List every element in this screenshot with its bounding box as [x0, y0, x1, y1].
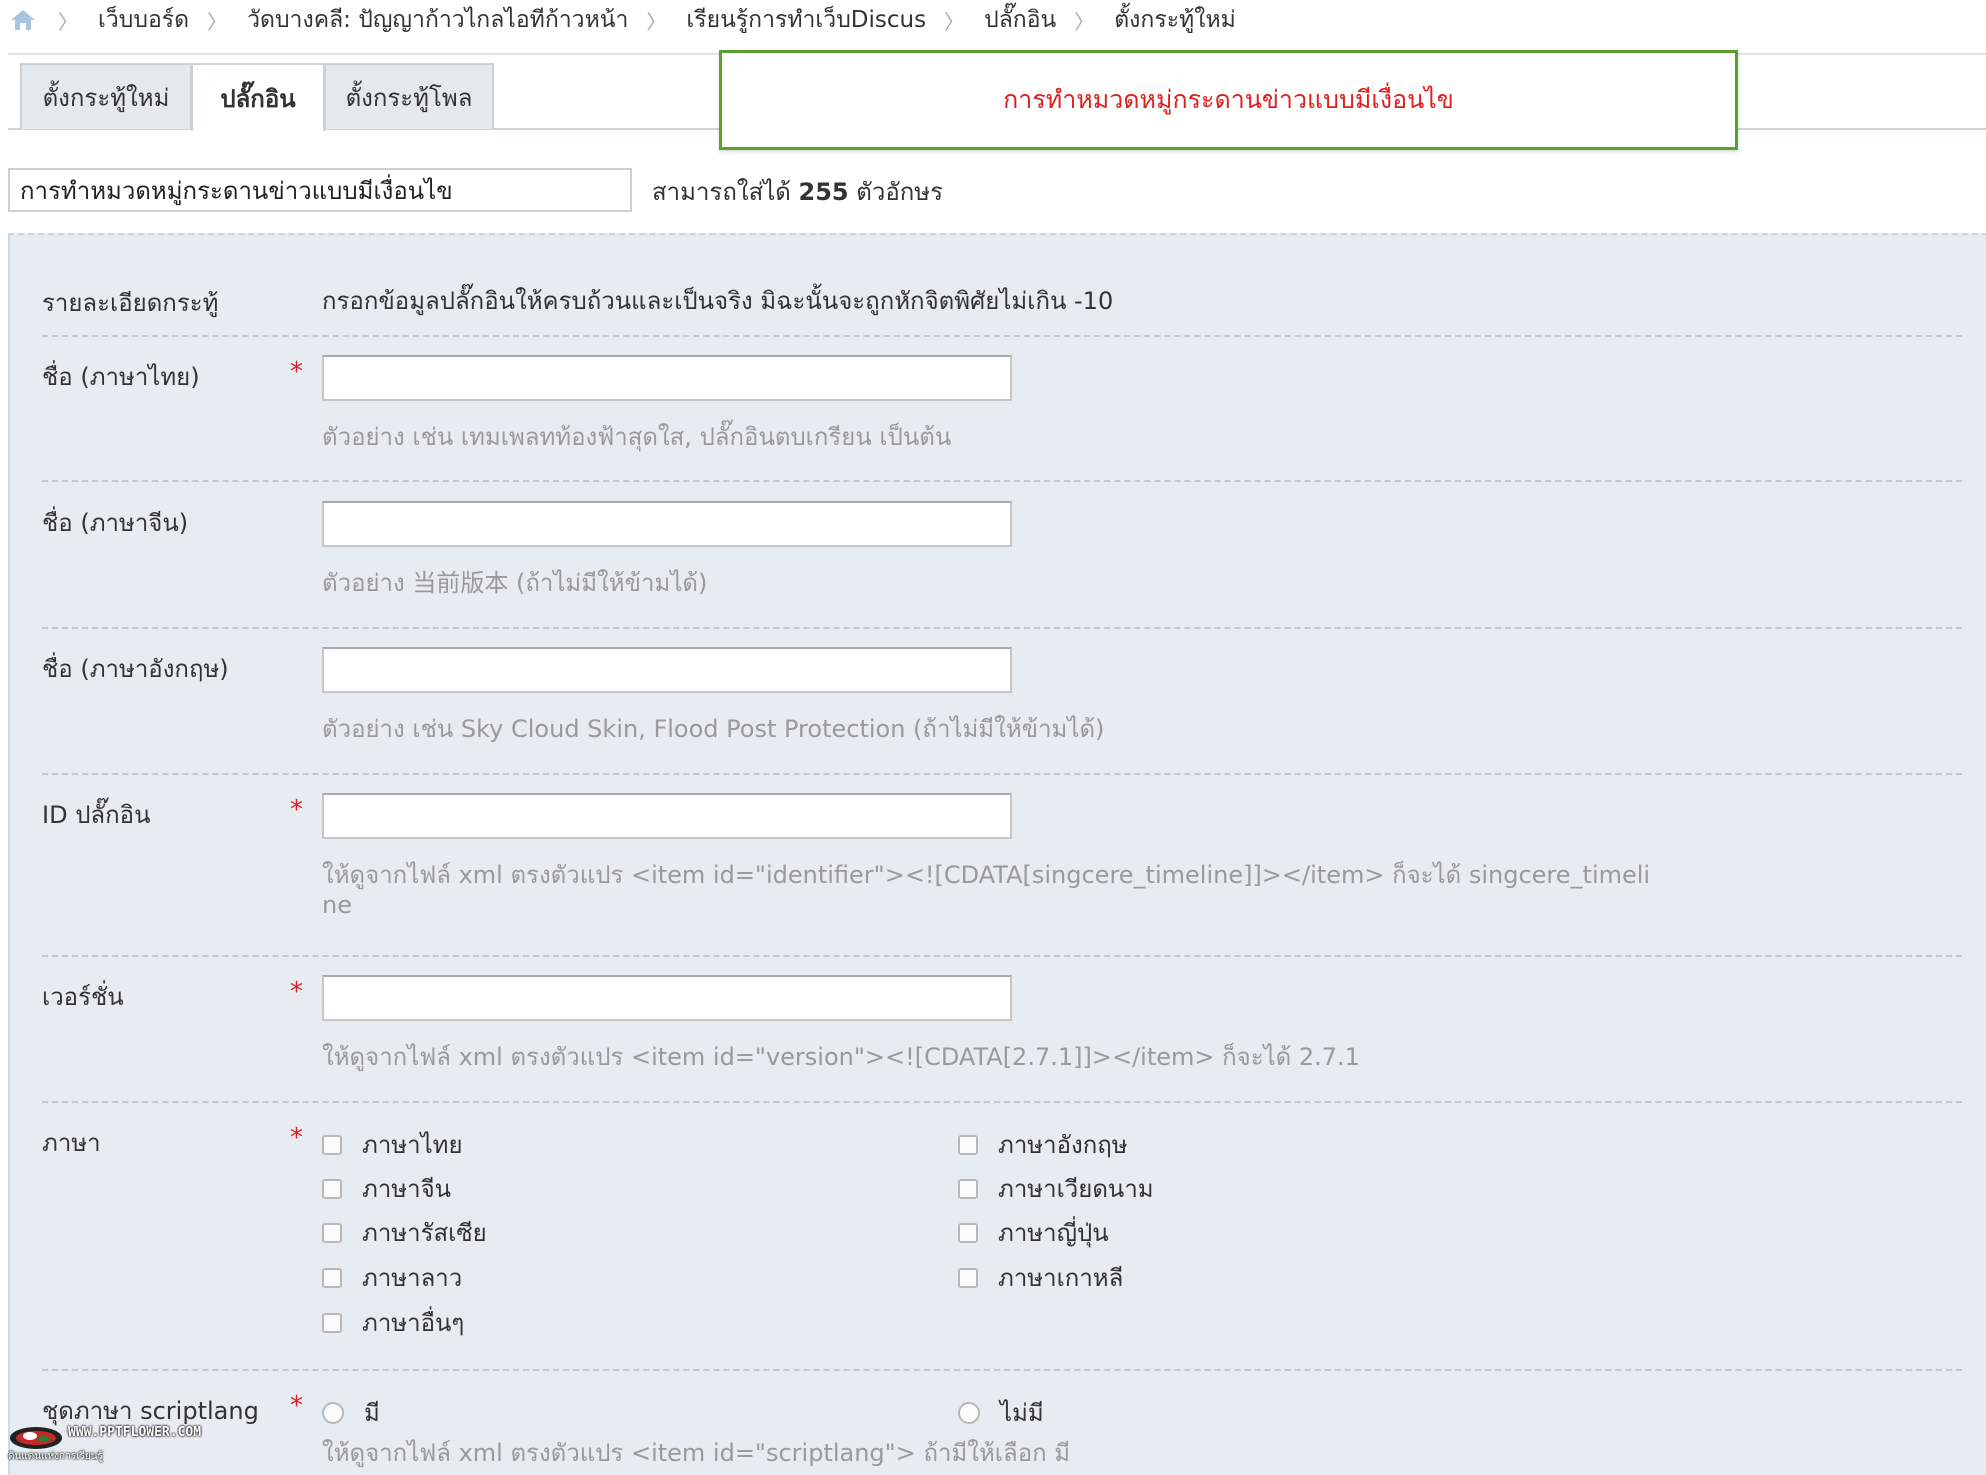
- checkbox-box[interactable]: [322, 1178, 342, 1199]
- plugin-id-tip-wrap: ne: [322, 891, 352, 919]
- hint-suffix: ตัวอักษร: [856, 178, 943, 206]
- checkbox-box[interactable]: [322, 1134, 342, 1155]
- plugin-id-input[interactable]: [322, 793, 1012, 839]
- required-mark: *: [290, 1391, 303, 1421]
- version-tip: ให้ดูจากไฟล์ xml ตรงตัวแปร <item id="ver…: [322, 1043, 1360, 1071]
- breadcrumb: 〉 เว็บบอร์ด 〉 วัดบางคลี: ปัญญาก้าวไกลไอทีก…: [0, 0, 1986, 40]
- breadcrumb-item-webboard[interactable]: เว็บบอร์ด: [98, 2, 189, 38]
- flower-logo-icon: [10, 1427, 62, 1449]
- required-mark: *: [290, 977, 303, 1007]
- hint-prefix: สามารถใส่ได้: [652, 178, 791, 206]
- divider: [42, 1101, 1962, 1103]
- version-input[interactable]: [322, 975, 1012, 1021]
- required-mark: *: [290, 795, 303, 825]
- breadcrumb-item-new-thread: ตั้งกระทู้ใหม่: [1114, 7, 1236, 33]
- subject-length-hint: สามารถใส่ได้ 255 ตัวอักษร: [652, 172, 943, 211]
- checkbox-lang-japanese[interactable]: ภาษาญี่ปุ่น: [958, 1213, 1109, 1252]
- watermark-logo: WWW.PPTFLOWER.COM ดินแดนแห่งการเรียนรู้: [8, 1425, 213, 1465]
- name-en-label: ชื่อ (ภาษาอังกฤษ): [42, 655, 229, 683]
- tab-new-thread[interactable]: ตั้งกระทู้ใหม่: [20, 63, 192, 129]
- name-th-label: ชื่อ (ภาษาไทย): [42, 363, 200, 391]
- radio-scriptlang-yes[interactable]: มี: [322, 1393, 380, 1432]
- checkbox-lang-vietnamese[interactable]: ภาษาเวียดนาม: [958, 1169, 1154, 1208]
- checkbox-lang-russian[interactable]: ภาษารัสเซีย: [322, 1213, 487, 1252]
- name-en-tip: ตัวอย่าง เช่น Sky Cloud Skin, Flood Post…: [322, 715, 1105, 743]
- chevron-right-icon: 〉: [1074, 9, 1095, 34]
- name-en-input[interactable]: [322, 647, 1012, 693]
- version-label: เวอร์ชั่น: [42, 983, 124, 1011]
- name-cn-input[interactable]: [322, 501, 1012, 547]
- checkbox-box[interactable]: [958, 1267, 978, 1288]
- checkbox-lang-thai[interactable]: ภาษาไทย: [322, 1125, 463, 1164]
- divider: [42, 627, 1962, 629]
- breadcrumb-item-plugin[interactable]: ปลั๊กอิน: [984, 2, 1056, 38]
- name-th-input[interactable]: [322, 355, 1012, 401]
- divider: [42, 773, 1962, 775]
- detail-label: รายละเอียดกระทู้: [42, 289, 219, 317]
- checkbox-box[interactable]: [322, 1222, 342, 1243]
- home-icon[interactable]: [6, 5, 40, 35]
- checkbox-box[interactable]: [322, 1267, 342, 1288]
- watermark-subtext: ดินแดนแห่งการเรียนรู้: [8, 1451, 103, 1462]
- breadcrumb-item-forum[interactable]: วัดบางคลี: ปัญญาก้าวไกลไอทีก้าวหน้า: [247, 2, 628, 38]
- checkbox-box[interactable]: [322, 1312, 342, 1333]
- chevron-right-icon: 〉: [207, 9, 228, 34]
- checkbox-lang-english[interactable]: ภาษาอังกฤษ: [958, 1125, 1128, 1164]
- subject-input[interactable]: [8, 168, 632, 212]
- checkbox-box[interactable]: [958, 1222, 978, 1243]
- name-cn-label: ชื่อ (ภาษาจีน): [42, 509, 189, 537]
- hint-count: 255: [798, 178, 849, 206]
- divider: [42, 335, 1962, 337]
- callout-annotation: การทำหมวดหมู่กระดานข่าวแบบมีเงื่อนไข: [719, 50, 1738, 150]
- tab-poll[interactable]: ตั้งกระทู้โพล: [324, 63, 494, 129]
- checkbox-box[interactable]: [958, 1178, 978, 1199]
- radio-circle[interactable]: [958, 1401, 980, 1424]
- plugin-id-tip: ให้ดูจากไฟล์ xml ตรงตัวแปร <item id="ide…: [322, 861, 1651, 889]
- checkbox-box[interactable]: [958, 1134, 978, 1155]
- watermark-text: WWW.PPTFLOWER.COM: [68, 1425, 202, 1440]
- checkbox-lang-chinese[interactable]: ภาษาจีน: [322, 1169, 451, 1208]
- chevron-right-icon: 〉: [646, 9, 667, 34]
- chevron-right-icon: 〉: [58, 9, 78, 34]
- divider: [42, 480, 1962, 482]
- name-th-tip: ตัวอย่าง เช่น เทมเพลทท้องฟ้าสุดใส, ปลั๊ก…: [322, 423, 952, 451]
- chevron-right-icon: 〉: [944, 9, 965, 34]
- breadcrumb-item-board[interactable]: เรียนรู้การทำเว็บDiscus: [686, 2, 926, 38]
- required-mark: *: [290, 357, 303, 387]
- checkbox-lang-other[interactable]: ภาษาอื่นๆ: [322, 1303, 464, 1342]
- plugin-form-panel: รายละเอียดกระทู้ กรอกข้อมูลปลั๊กอินให้คร…: [8, 233, 1986, 1475]
- required-mark: *: [290, 1123, 303, 1153]
- checkbox-lang-korean[interactable]: ภาษาเกาหลี: [958, 1258, 1123, 1297]
- detail-text: กรอกข้อมูลปลั๊กอินให้ครบถ้วนและเป็นจริง …: [322, 287, 1114, 315]
- divider: [42, 1369, 1962, 1371]
- tab-plugin[interactable]: ปลั๊กอิน: [191, 63, 325, 131]
- divider: [42, 955, 1962, 957]
- scriptlang-tip: ให้ดูจากไฟล์ xml ตรงตัวแปร <item id="scr…: [322, 1439, 1071, 1467]
- plugin-id-label: ID ปลั๊กอิน: [42, 801, 151, 829]
- checkbox-lang-lao[interactable]: ภาษาลาว: [322, 1258, 462, 1297]
- language-label: ภาษา: [42, 1129, 101, 1157]
- radio-scriptlang-no[interactable]: ไม่มี: [958, 1393, 1044, 1432]
- radio-circle[interactable]: [322, 1401, 344, 1424]
- name-cn-tip: ตัวอย่าง 当前版本 (ถ้าไม่มีให้ข้ามได้): [322, 569, 708, 597]
